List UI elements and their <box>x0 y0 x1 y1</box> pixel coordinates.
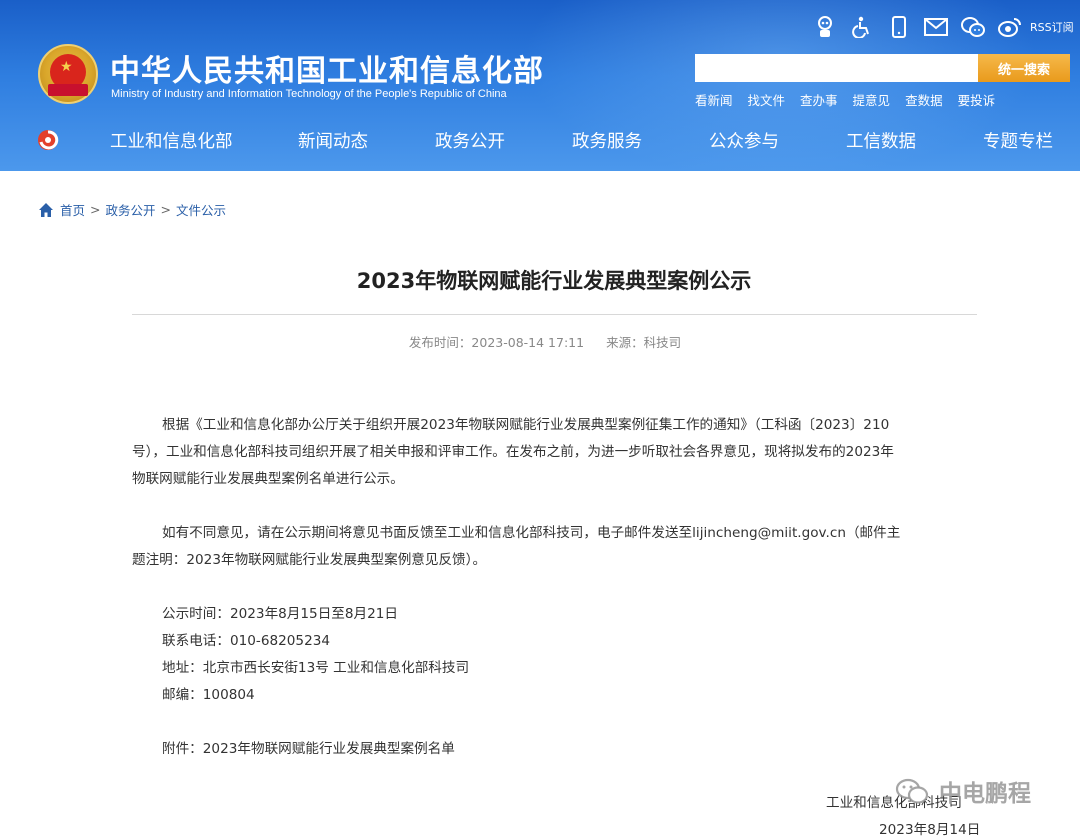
nav-item-ministry[interactable]: 工业和信息化部 <box>110 128 233 153</box>
paragraph-2-line-2: 题注明：2023年物联网赋能行业发展典型案例意见反馈）。 <box>132 552 487 568</box>
nav-item-news[interactable]: 新闻动态 <box>298 128 368 153</box>
breadcrumb-separator: > <box>160 202 171 217</box>
nav-item-participation[interactable]: 公众参与 <box>709 128 779 153</box>
quick-links: 看新闻 找文件 查办事 提意见 查数据 要投诉 <box>695 90 1010 109</box>
search-input[interactable] <box>695 54 978 82</box>
nav-item-gov-affairs[interactable]: 政务公开 <box>435 128 505 153</box>
nav-item-data[interactable]: 工信数据 <box>846 128 916 153</box>
paragraph-1-line-1: 根据《工业和信息化部办公厅关于组织开展2023年物联网赋能行业发展典型案例征集工… <box>162 417 890 433</box>
postcode: 邮编：100804 <box>162 687 255 703</box>
breadcrumb-gov-affairs[interactable]: 政务公开 <box>106 200 156 219</box>
watermark-text: 中电鹏程 <box>939 781 1031 807</box>
quick-link-news[interactable]: 看新闻 <box>695 90 733 109</box>
article-meta: 发布时间：2023-08-14 17:11 来源：科技司 <box>0 332 1080 351</box>
article-title: 2023年物联网赋能行业发展典型案例公示 <box>356 269 752 293</box>
watermark: 中电鹏程 <box>895 774 1031 808</box>
main-nav: 工业和信息化部 新闻动态 政务公开 政务服务 公众参与 工信数据 专题专栏 <box>0 116 1080 166</box>
site-title-cn[interactable]: 中华人民共和国工业和信息化部 <box>110 46 544 90</box>
accessibility-icon[interactable] <box>849 14 875 40</box>
robot-icon[interactable] <box>812 14 838 40</box>
quick-link-complaint[interactable]: 要投诉 <box>958 90 996 109</box>
contact-phone: 联系电话：010-68205234 <box>162 633 331 649</box>
breadcrumb-separator: > <box>90 202 101 217</box>
title-divider <box>132 314 977 315</box>
top-icon-bar: RSS订阅 <box>812 12 1074 42</box>
breadcrumb-file-notice[interactable]: 文件公示 <box>176 200 226 219</box>
quick-link-services[interactable]: 查办事 <box>800 90 838 109</box>
paragraph-1-line-3: 物联网赋能行业发展典型案例名单进行公示。 <box>132 471 404 487</box>
search-button[interactable]: 统一搜索 <box>978 54 1070 82</box>
breadcrumb-home[interactable]: 首页 <box>60 200 85 219</box>
site-header: ★ 中华人民共和国工业和信息化部 Ministry of Industry an… <box>0 0 1080 171</box>
quick-link-data[interactable]: 查数据 <box>905 90 943 109</box>
signature-date: 2023年8月14日 <box>879 822 981 838</box>
breadcrumb: 首页 > 政务公开 > 文件公示 <box>38 200 226 219</box>
paragraph-1-line-2: 号），工业和信息化部科技司组织开展了相关申报和评审工作。在发布之前，为进一步听取… <box>132 444 894 460</box>
publish-date: 发布时间：2023-08-14 17:11 <box>408 335 585 350</box>
article-source: 来源：科技司 <box>606 335 682 350</box>
notice-period: 公示时间：2023年8月15日至8月21日 <box>162 606 399 622</box>
paragraph-2-line-1: 如有不同意见，请在公示期间将意见书面反馈至工业和信息化部科技司，电子邮件发送至l… <box>162 525 901 541</box>
wechat-watermark-icon <box>895 778 929 804</box>
wechat-icon[interactable] <box>960 14 986 40</box>
mobile-icon[interactable] <box>886 14 912 40</box>
rss-link[interactable]: RSS订阅 <box>1030 19 1074 35</box>
mail-icon[interactable] <box>923 14 949 40</box>
nav-item-topics[interactable]: 专题专栏 <box>983 128 1053 153</box>
site-title-en: Ministry of Industry and Information Tec… <box>111 88 507 100</box>
nav-item-gov-services[interactable]: 政务服务 <box>572 128 642 153</box>
national-emblem-logo[interactable]: ★ <box>38 44 98 104</box>
attachment-link[interactable]: 附件：2023年物联网赋能行业发展典型案例名单 <box>162 737 455 757</box>
contact-address: 地址：北京市西长安街13号 工业和信息化部科技司 <box>162 660 470 676</box>
quick-link-files[interactable]: 找文件 <box>748 90 786 109</box>
emblem-base <box>48 84 88 96</box>
nav-swirl-logo-icon[interactable] <box>36 128 60 152</box>
home-icon[interactable] <box>38 202 54 218</box>
weibo-icon[interactable] <box>997 14 1023 40</box>
quick-link-feedback[interactable]: 提意见 <box>853 90 891 109</box>
emblem-star-icon: ★ <box>60 59 73 75</box>
